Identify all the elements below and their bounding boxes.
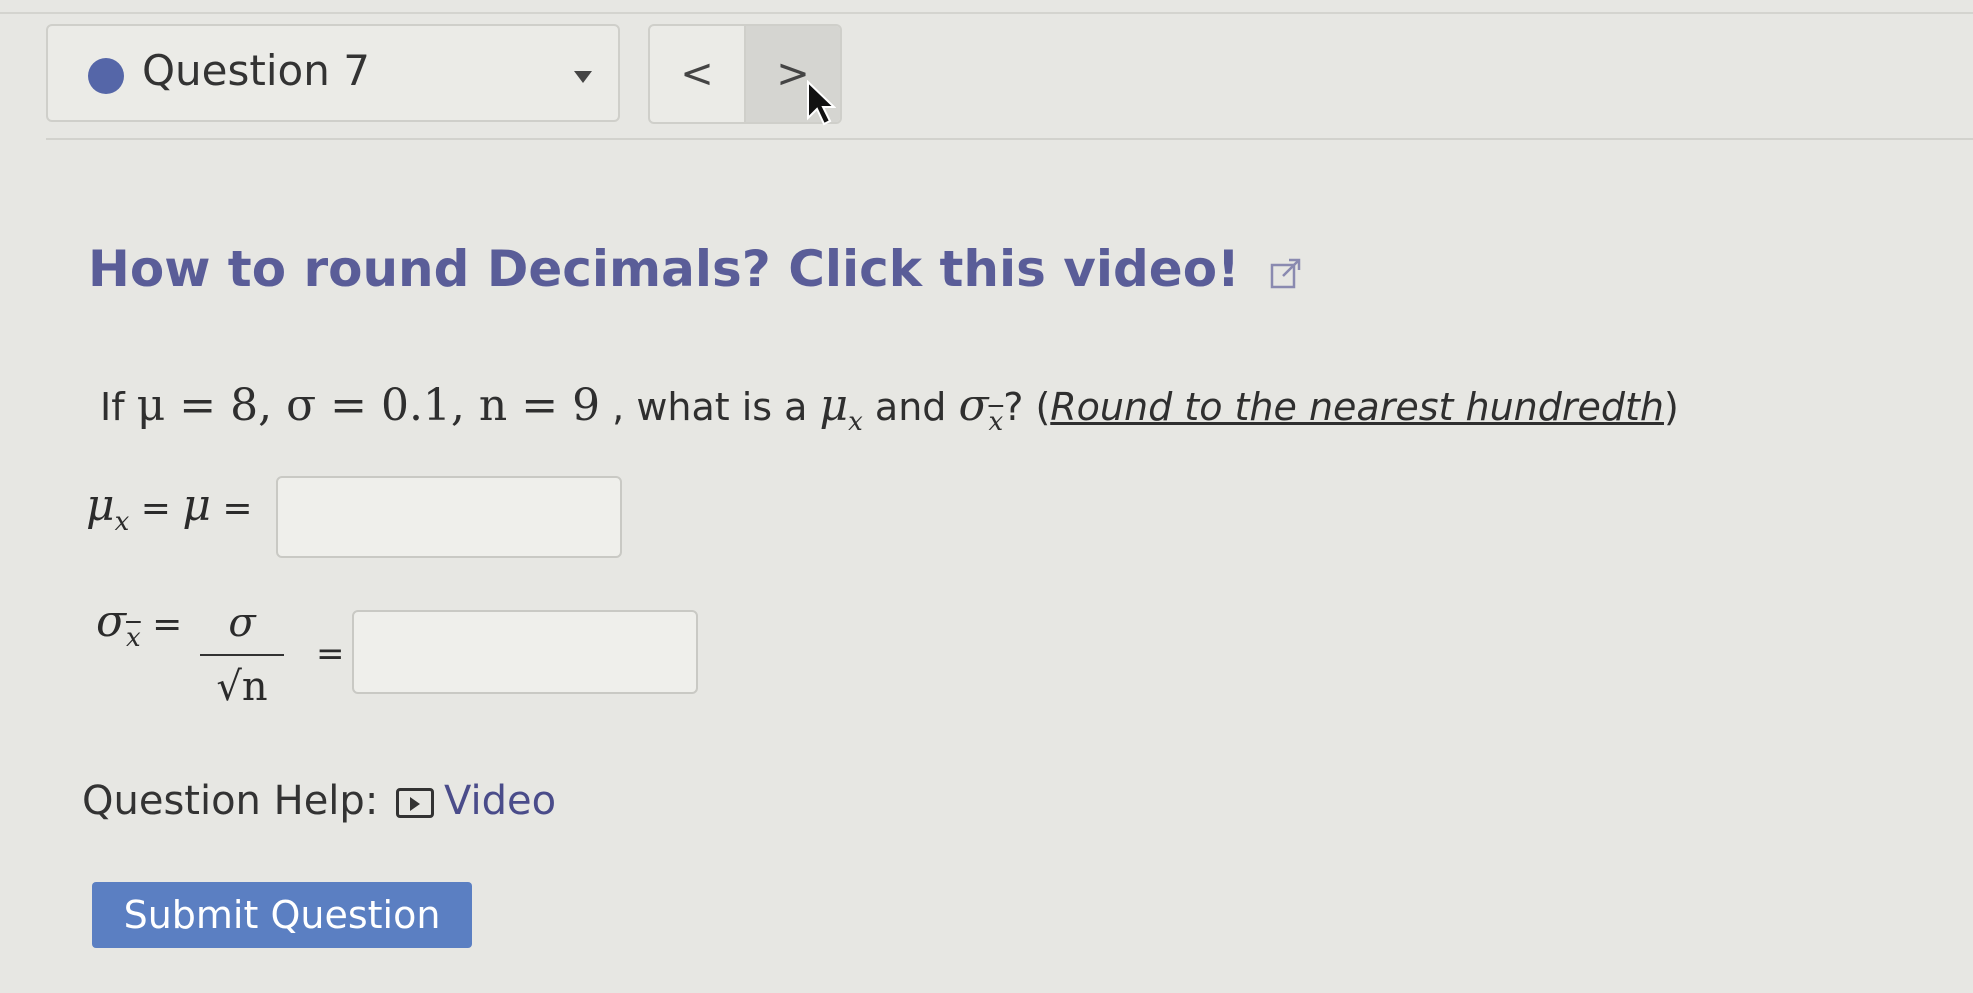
rounding-instruction: Round to the nearest hundredth: [1050, 385, 1664, 429]
xbar-subscript: x: [988, 407, 1004, 437]
question-part3: and: [862, 385, 959, 429]
question-part4: ? (: [1003, 385, 1051, 429]
question-text: If μ = 8, σ = 0.1, n = 9 , what is a μx …: [100, 380, 1679, 437]
video-link-text: How to round Decimals? Click this video!: [88, 240, 1240, 298]
question-part5: ): [1663, 385, 1679, 429]
help-video-text: Video: [444, 778, 557, 824]
external-link-icon: [1271, 258, 1301, 288]
sigma-over-root-n-fraction: σ √n: [200, 600, 284, 710]
fraction-numerator: σ: [228, 600, 256, 646]
std-error-answer-input[interactable]: [352, 610, 698, 694]
question-select[interactable]: Question 7: [46, 24, 620, 122]
question-part2: , what is a: [600, 385, 820, 429]
prev-question-button[interactable]: <: [650, 26, 744, 122]
given-values: μ = 8, σ = 0.1, n = 9: [136, 380, 601, 431]
sigma-symbol: σ: [96, 596, 127, 647]
mu-symbol: μ: [819, 380, 849, 431]
help-video-link[interactable]: Video: [396, 778, 556, 824]
sigma-symbol: σ: [958, 380, 989, 431]
x-subscript: x: [848, 407, 863, 437]
header-divider: [46, 138, 1973, 140]
equals-sign: =: [129, 488, 183, 529]
x-subscript: x: [114, 507, 130, 537]
submit-question-button[interactable]: Submit Question: [92, 882, 472, 948]
xbar-subscript: x: [126, 623, 141, 653]
question-part1: If: [100, 385, 137, 429]
equals-sign: =: [140, 604, 183, 645]
mu-symbol: μ: [86, 480, 115, 531]
status-dot-icon: [88, 58, 124, 94]
play-video-icon: [396, 788, 434, 818]
caret-down-icon: [574, 71, 592, 83]
mean-equation: μx = μ =: [86, 480, 253, 537]
fraction-bar: [200, 654, 284, 656]
mean-answer-input[interactable]: [276, 476, 622, 558]
question-help-label: Question Help:: [82, 778, 379, 824]
std-error-equation: σx =: [96, 596, 183, 653]
round-decimals-video-link[interactable]: How to round Decimals? Click this video!: [88, 240, 1303, 298]
fraction-denominator: √n: [216, 664, 268, 710]
mouse-cursor-icon: [807, 80, 836, 126]
mu-symbol: μ: [182, 480, 211, 531]
top-divider: [0, 12, 1973, 14]
equals-sign: =: [316, 634, 345, 674]
equals-sign: =: [210, 488, 253, 529]
question-label: Question 7: [142, 46, 370, 95]
